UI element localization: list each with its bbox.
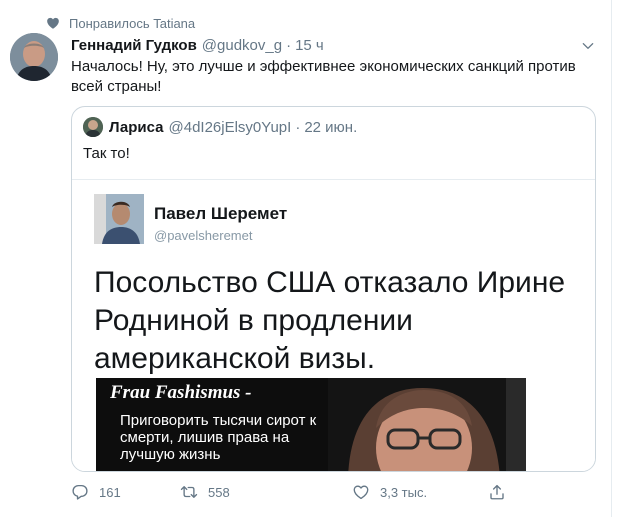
embedded-avatar-image — [94, 194, 144, 244]
social-context-text: Понравилось Tatiana — [69, 15, 196, 31]
photo-portrait — [328, 378, 526, 471]
embedded-screenshot[interactable]: Павел Шеремет @pavelsheremet Посольство … — [72, 179, 595, 471]
embedded-author-name: Павел Шеремет — [154, 204, 288, 223]
social-context: Понравилось Tatiana — [46, 13, 195, 33]
retweet-button[interactable]: 558 — [180, 480, 230, 504]
share-button[interactable] — [488, 480, 516, 504]
embedded-avatar — [94, 194, 144, 244]
separator-dot: · — [286, 36, 292, 54]
quoted-avatar-image — [83, 117, 103, 137]
like-icon — [353, 485, 369, 500]
retweet-icon — [180, 486, 198, 498]
retweet-count: 558 — [208, 484, 230, 500]
quoted-tweet-text: Так то! — [83, 145, 130, 162]
tweet-timestamp[interactable]: 15 ч — [295, 37, 324, 54]
photo-caption: Приговорить тысячи сирот к смерти, лишив… — [120, 412, 317, 463]
separator-dot: · — [295, 118, 301, 136]
embedded-photo: Frau Fashismus - Приговорить тысячи сиро… — [96, 378, 526, 471]
reply-icon — [72, 484, 88, 500]
tweet-actions: 161 558 3,3 тыс. — [0, 480, 612, 504]
share-icon — [490, 484, 504, 500]
reply-count: 161 — [99, 484, 121, 500]
quoted-author-handle: @4dI26jElsy0YupI — [168, 118, 292, 136]
avatar[interactable] — [10, 33, 58, 81]
tweet-text: Началось! Ну, это лучше и эффективнее эк… — [71, 58, 576, 95]
tweet-card[interactable]: Понравилось Tatiana Геннадий Гудков @gud… — [0, 0, 612, 517]
quoted-tweet[interactable]: Лариса @4dI26jElsy0YupI · 22 июн. Так то… — [71, 106, 596, 472]
chevron-down-icon[interactable] — [580, 38, 596, 54]
author-handle[interactable]: @gudkov_g — [202, 37, 282, 54]
embedded-headline: Посольство США отказало Ирине Родниной в… — [94, 266, 566, 375]
like-button[interactable]: 3,3 тыс. — [352, 480, 427, 504]
photo-title: Frau Fashismus - — [110, 382, 252, 403]
quoted-author-name: Лариса — [109, 118, 164, 136]
avatar-image — [10, 33, 58, 81]
tweet-header: Геннадий Гудков @gudkov_g · 15 ч — [71, 35, 324, 55]
heart-icon — [47, 17, 59, 29]
quoted-timestamp: 22 июн. — [304, 118, 358, 136]
quoted-avatar — [83, 117, 103, 137]
author-name[interactable]: Геннадий Гудков — [71, 37, 197, 54]
quoted-tweet-header: Лариса @4dI26jElsy0YupI · 22 июн. — [83, 117, 357, 137]
embedded-author-handle: @pavelsheremet — [154, 228, 253, 243]
reply-button[interactable]: 161 — [71, 480, 121, 504]
like-count: 3,3 тыс. — [380, 484, 428, 500]
